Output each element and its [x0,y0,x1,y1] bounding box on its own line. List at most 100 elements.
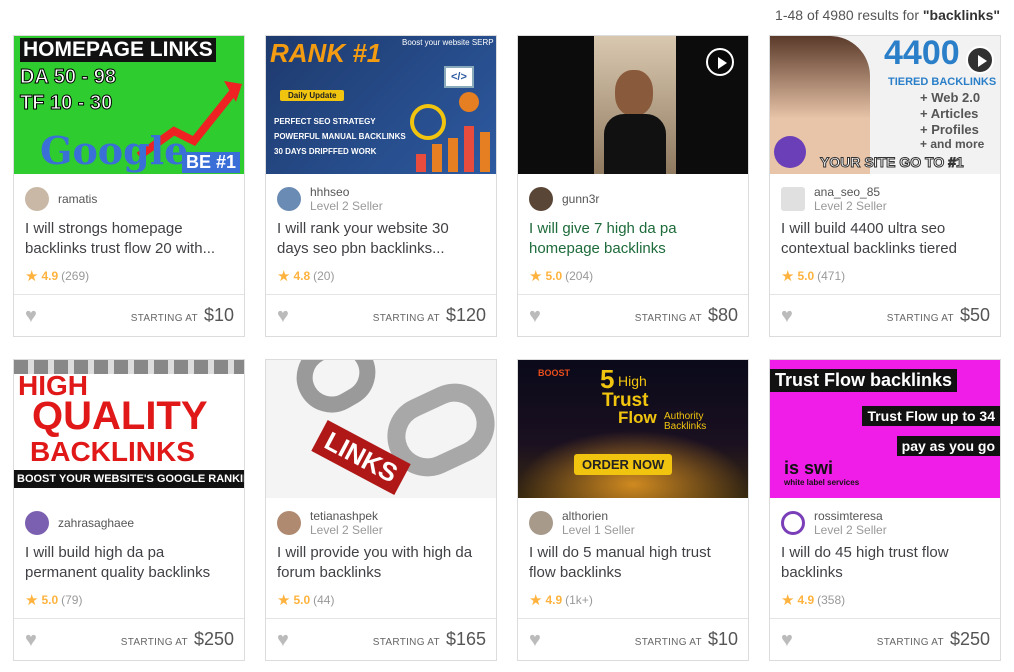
gig-thumbnail[interactable] [518,36,748,174]
price-value: $10 [707,629,738,649]
starting-at-label: STARTING AT [634,313,702,324]
play-icon[interactable] [966,46,994,74]
rating-count: (204) [565,269,594,283]
gig-card[interactable]: HOMEPAGE LINKS DA 50 - 98 TF 10 - 30 Goo… [13,35,245,337]
avatar[interactable] [781,187,805,211]
gig-card[interactable]: RANK #1 Boost your website SERP Daily Up… [265,35,497,337]
gig-card[interactable]: 4400 TIERED BACKLINKS + Web 2.0 + Articl… [769,35,1001,337]
rating-count: (269) [61,269,90,283]
gig-thumbnail[interactable]: Trust Flow backlinks Trust Flow up to 34… [770,360,1000,498]
thumb-text: YOUR SITE GO TO #1 [820,154,965,171]
heart-icon[interactable]: ♥ [277,306,299,326]
seo-graph-icon [410,92,490,172]
gig-card[interactable]: Trust Flow backlinks Trust Flow up to 34… [769,359,1001,661]
seller-name[interactable]: hhhseo [310,185,383,199]
price-value: $250 [193,629,234,649]
rating-count: (44) [313,593,335,607]
heart-icon[interactable]: ♥ [25,630,47,650]
seller-info: tetianashpek Level 2 Seller [277,508,383,538]
gig-title[interactable]: I will strongs homepage backlinks trust … [25,219,232,259]
price[interactable]: STARTING AT $50 [887,305,990,326]
seller-name[interactable]: gunn3r [562,192,599,206]
rating-value: 4.8 [293,269,311,283]
play-icon[interactable] [706,48,734,76]
gig-thumbnail[interactable]: RANK #1 Boost your website SERP Daily Up… [266,36,496,174]
gig-title[interactable]: I will provide you with high da forum ba… [277,543,484,583]
order-now-button[interactable]: ORDER NOW [574,454,673,475]
avatar[interactable] [277,511,301,535]
gig-title[interactable]: I will build 4400 ultra seo contextual b… [781,219,988,259]
price[interactable]: STARTING AT $120 [373,305,486,326]
seller-name[interactable]: ramatis [58,192,97,206]
gig-title[interactable]: I will rank your website 30 days seo pbn… [277,219,484,259]
heart-icon[interactable]: ♥ [781,630,803,650]
avatar[interactable] [781,511,805,535]
heart-icon[interactable]: ♥ [529,630,551,650]
seller-name[interactable]: ana_seo_85 [814,185,887,199]
thumb-text: 4400 [884,36,960,72]
avatar[interactable] [25,187,49,211]
star-icon: ★ [529,268,543,285]
price[interactable]: STARTING AT $250 [877,629,990,650]
thumb-text: 30 DAYS DRIPFFED WORK [274,147,377,156]
thumb-text: HOMEPAGE LINKS [20,38,216,62]
thumb-text: RANK #1 [270,38,382,68]
gig-card[interactable]: HIGH QUALITY BACKLINKS BOOST YOUR WEBSIT… [13,359,245,661]
gig-rating: ★ 5.0 (204) [529,267,593,285]
thumb-text: TIERED BACKLINKS [888,76,997,88]
gig-thumbnail[interactable]: HIGH QUALITY BACKLINKS BOOST YOUR WEBSIT… [14,360,244,498]
gig-card[interactable]: gunn3r I will give 7 high da pa homepage… [517,35,749,337]
thumb-text: Boost your website SERP [402,38,494,47]
thumb-text: + Articles [920,106,979,121]
avatar[interactable] [25,511,49,535]
heart-icon[interactable]: ♥ [277,630,299,650]
price[interactable]: STARTING AT $250 [121,629,234,650]
seller-name[interactable]: zahrasaghaee [58,516,134,530]
heart-icon[interactable]: ♥ [781,306,803,326]
rating-count: (79) [61,593,83,607]
avatar[interactable] [277,187,301,211]
rating-value: 4.9 [545,593,563,607]
person-body [604,114,666,174]
thumb-text: is swi [784,458,834,478]
price[interactable]: STARTING AT $165 [373,629,486,650]
star-icon: ★ [277,268,291,285]
gig-thumbnail[interactable]: BOOST 5 High Trust Flow Authority Backli… [518,360,748,498]
gig-thumbnail[interactable]: HOMEPAGE LINKS DA 50 - 98 TF 10 - 30 Goo… [14,36,244,174]
price[interactable]: STARTING AT $80 [635,305,738,326]
gig-title[interactable]: I will give 7 high da pa homepage backli… [529,219,736,259]
heart-icon[interactable]: ♥ [529,306,551,326]
star-icon: ★ [781,268,795,285]
gig-rating: ★ 5.0 (44) [277,591,334,609]
heart-icon[interactable]: ♥ [25,306,47,326]
rating-value: 5.0 [797,269,815,283]
price[interactable]: STARTING AT $10 [635,629,738,650]
seller-info: ana_seo_85 Level 2 Seller [781,184,887,214]
starting-at-label: STARTING AT [120,637,188,648]
gig-title[interactable]: I will build high da pa permanent qualit… [25,543,232,583]
gig-thumbnail[interactable]: 4400 TIERED BACKLINKS + Web 2.0 + Articl… [770,36,1000,174]
gig-footer: ♥ STARTING AT $50 [770,294,1000,336]
seller-name[interactable]: tetianashpek [310,509,383,523]
gig-card[interactable]: BOOST 5 High Trust Flow Authority Backli… [517,359,749,661]
price[interactable]: STARTING AT $10 [131,305,234,326]
avatar[interactable] [529,187,553,211]
gig-title[interactable]: I will do 45 high trust flow backlinks [781,543,988,583]
person-face [615,70,653,116]
results-summary: 1-48 of 4980 results for "backlinks" [775,7,1000,23]
star-icon: ★ [277,592,291,609]
seller-info: hhhseo Level 2 Seller [277,184,383,214]
seller-name[interactable]: rossimteresa [814,509,887,523]
gig-thumbnail[interactable]: LINKS [266,360,496,498]
starting-at-label: STARTING AT [634,637,702,648]
price-value: $10 [203,305,234,325]
gig-card[interactable]: LINKS tetianashpek Level 2 Seller I will… [265,359,497,661]
thumb-text: BACKLINKS [30,436,195,467]
seller-name[interactable]: althorien [562,509,635,523]
avatar[interactable] [529,511,553,535]
price-value: $80 [707,305,738,325]
thumb-text: + and more [920,137,985,151]
gig-footer: ♥ STARTING AT $10 [14,294,244,336]
gig-rating: ★ 5.0 (79) [25,591,82,609]
gig-title[interactable]: I will do 5 manual high trust flow backl… [529,543,736,583]
